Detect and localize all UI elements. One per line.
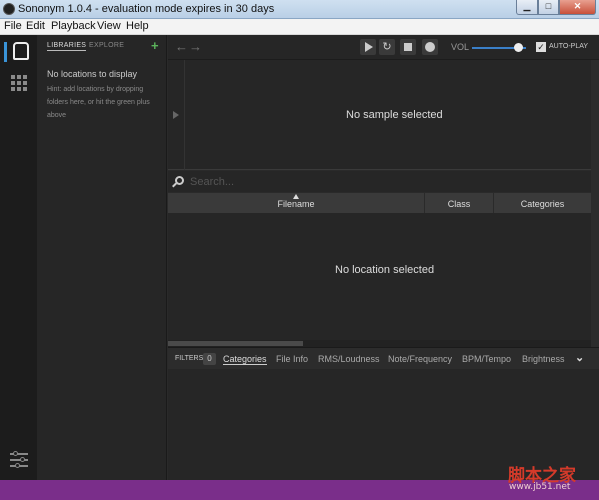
chevron-down-icon[interactable]: ⌄	[575, 351, 584, 364]
back-arrow-icon[interactable]: ←	[175, 39, 188, 54]
volume-slider-knob[interactable]	[513, 43, 523, 52]
menu-file[interactable]: File	[4, 20, 22, 32]
filters-label: FILTERS	[175, 355, 204, 362]
menu-bar: File Edit Playback View Help	[0, 19, 599, 35]
filter-bar: FILTERS 0 Categories File Info RMS/Loudn…	[168, 347, 599, 369]
maximize-button[interactable]: □	[538, 0, 559, 15]
menu-edit[interactable]: Edit	[26, 20, 45, 32]
vertical-scrollbar[interactable]	[591, 60, 599, 347]
scrollbar-thumb[interactable]	[168, 341, 303, 346]
search-input[interactable]	[190, 174, 570, 190]
window-title: Sononym 1.0.4 - evaluation mode expires …	[18, 3, 275, 15]
grid-view-icon[interactable]	[11, 75, 27, 91]
column-filename-label: Filename	[277, 199, 315, 209]
add-location-button[interactable]: +	[151, 38, 159, 53]
table-header: Filename Class Categories	[168, 193, 591, 213]
watermark-url: www.jb51.net	[509, 482, 571, 492]
autoplay-label[interactable]: AUTO-PLAY	[549, 43, 588, 50]
filter-tab-bpm-tempo[interactable]: BPM/Tempo	[462, 354, 511, 364]
sample-expand-gutter[interactable]	[168, 60, 185, 170]
filter-tab-note-frequency[interactable]: Note/Frequency	[388, 354, 452, 364]
tab-explore[interactable]: EXPLORE	[89, 42, 124, 49]
menu-help[interactable]: Help	[126, 20, 149, 32]
column-filename[interactable]: Filename	[168, 193, 425, 213]
settings-sliders-icon[interactable]	[10, 451, 28, 468]
play-button[interactable]	[360, 39, 376, 55]
record-button[interactable]	[422, 39, 438, 55]
library-nav-button[interactable]	[4, 40, 32, 64]
title-bar: Sononym 1.0.4 - evaluation mode expires …	[0, 0, 599, 19]
close-button[interactable]: ✕	[559, 0, 596, 15]
menu-view[interactable]: View	[97, 20, 121, 32]
library-panel: LIBRARIES EXPLORE + No locations to disp…	[37, 35, 167, 480]
empty-locations-hint: Hint: add locations by dropping folders …	[47, 86, 150, 119]
expand-arrow-icon[interactable]	[173, 111, 179, 119]
no-location-message: No location selected	[335, 264, 435, 276]
column-categories[interactable]: Categories	[494, 193, 591, 213]
tab-libraries[interactable]: LIBRARIES	[47, 42, 87, 51]
filter-tab-file-info[interactable]: File Info	[276, 354, 308, 364]
autoplay-checkbox[interactable]: ✓	[536, 42, 546, 52]
horizontal-scrollbar[interactable]	[168, 340, 591, 347]
search-icon	[175, 176, 184, 185]
nav-sidebar	[0, 35, 37, 480]
volume-label: VOL	[451, 42, 470, 52]
empty-locations-title: No locations to display	[47, 69, 138, 79]
app-icon	[3, 3, 15, 15]
minimize-button[interactable]: ▁	[516, 0, 538, 15]
filters-count-badge: 0	[203, 353, 216, 365]
search-bar	[168, 171, 591, 192]
menu-playback[interactable]: Playback	[51, 20, 96, 32]
loop-button[interactable]: ↻	[379, 39, 395, 55]
no-sample-message: No sample selected	[346, 109, 443, 121]
transport-toolbar: ← → ↻ VOL ✓ AUTO-PLAY	[168, 35, 599, 60]
filter-tab-brightness[interactable]: Brightness	[522, 354, 565, 364]
drive-icon	[13, 42, 29, 60]
filter-tab-rms-loudness[interactable]: RMS/Loudness	[318, 354, 380, 364]
active-indicator	[4, 42, 7, 62]
sort-ascending-icon	[293, 194, 299, 199]
filter-tab-categories[interactable]: Categories	[223, 354, 267, 365]
sample-preview: No sample selected	[168, 60, 591, 170]
results-table: No location selected	[168, 213, 591, 340]
stop-button[interactable]	[400, 39, 416, 55]
column-class[interactable]: Class	[425, 193, 494, 213]
forward-arrow-icon[interactable]: →	[189, 39, 202, 54]
